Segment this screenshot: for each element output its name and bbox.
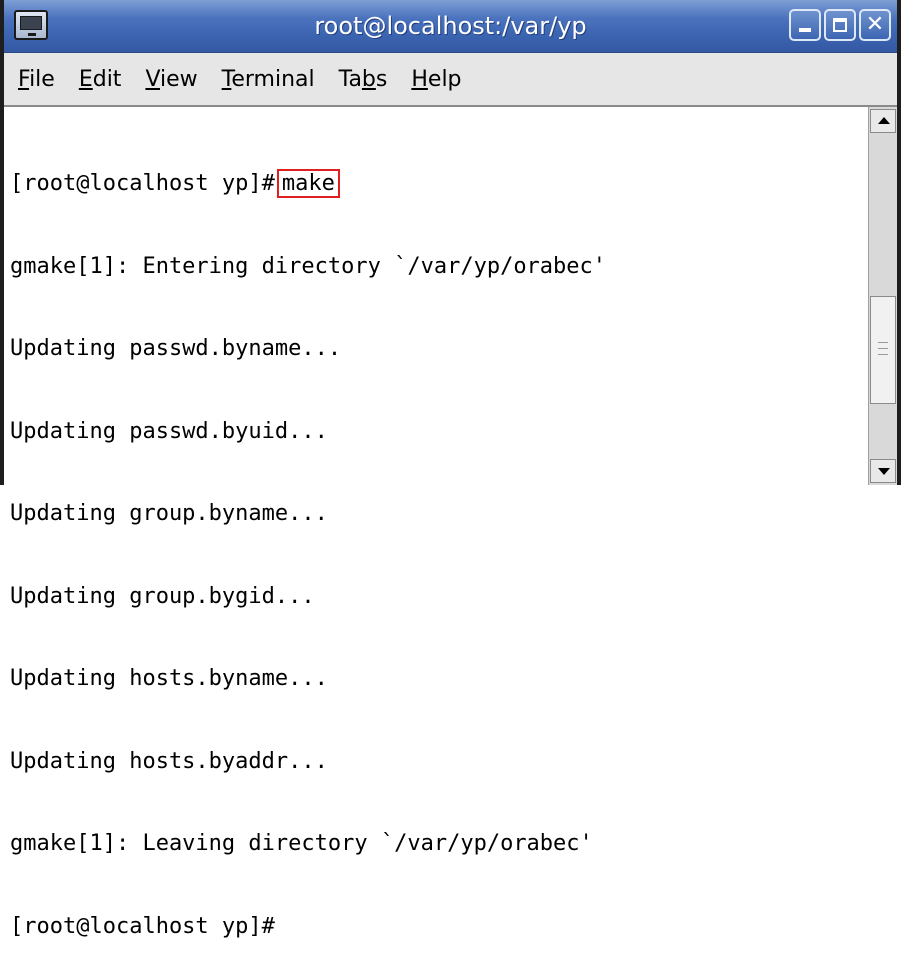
menu-help[interactable]: Help [399,67,473,92]
scrollbar-thumb[interactable] [870,296,896,404]
arrow-down-icon [878,468,890,475]
output-line: Updating passwd.byname... [10,336,342,361]
output-line: Updating group.bygid... [10,583,315,609]
scroll-up-button[interactable] [870,109,896,133]
terminal-window: root@localhost:/var/yp ✕ File Edit View … [0,0,901,939]
menu-edit[interactable]: Edit [67,67,134,92]
menu-tabs[interactable]: Tabs [327,67,400,92]
terminal-area[interactable]: [root@localhost yp]# make gmake[1]: Enter… [4,105,897,939]
terminal-output[interactable]: [root@localhost yp]# make gmake[1]: Enter… [10,115,861,939]
maximize-icon [833,18,847,32]
arrow-up-icon [878,117,890,124]
output-line: gmake[1]: Leaving directory `/var/yp/ora… [10,831,593,856]
output-line: Updating hosts.byaddr... [10,748,328,774]
menu-view[interactable]: View [133,67,209,92]
output-line: Updating group.byname... [10,501,328,526]
output-line: Updating hosts.byname... [10,666,328,691]
title-bar[interactable]: root@localhost:/var/yp ✕ [4,0,897,53]
vertical-scrollbar[interactable] [868,107,897,485]
prompt-line: [root@localhost yp]# make [10,169,861,198]
close-icon: ✕ [865,12,885,37]
window-title: root@localhost:/var/yp [314,12,587,40]
output-line: Updating passwd.byuid... [10,418,328,444]
window-controls: ✕ [789,9,891,41]
highlighted-command: make [276,169,340,198]
menu-bar: File Edit View Terminal Tabs Help [4,53,897,105]
output-line: gmake[1]: Entering directory `/var/yp/or… [10,253,607,279]
menu-terminal[interactable]: Terminal [210,67,327,92]
prompt: [root@localhost yp]# [10,171,275,196]
scroll-down-button[interactable] [870,459,896,483]
close-button[interactable]: ✕ [859,9,891,41]
final-prompt-line: [root@localhost yp]# [10,913,275,939]
minimize-button[interactable] [789,9,821,41]
minimize-icon [799,28,811,32]
menu-file[interactable]: File [4,67,67,92]
maximize-button[interactable] [824,9,856,41]
